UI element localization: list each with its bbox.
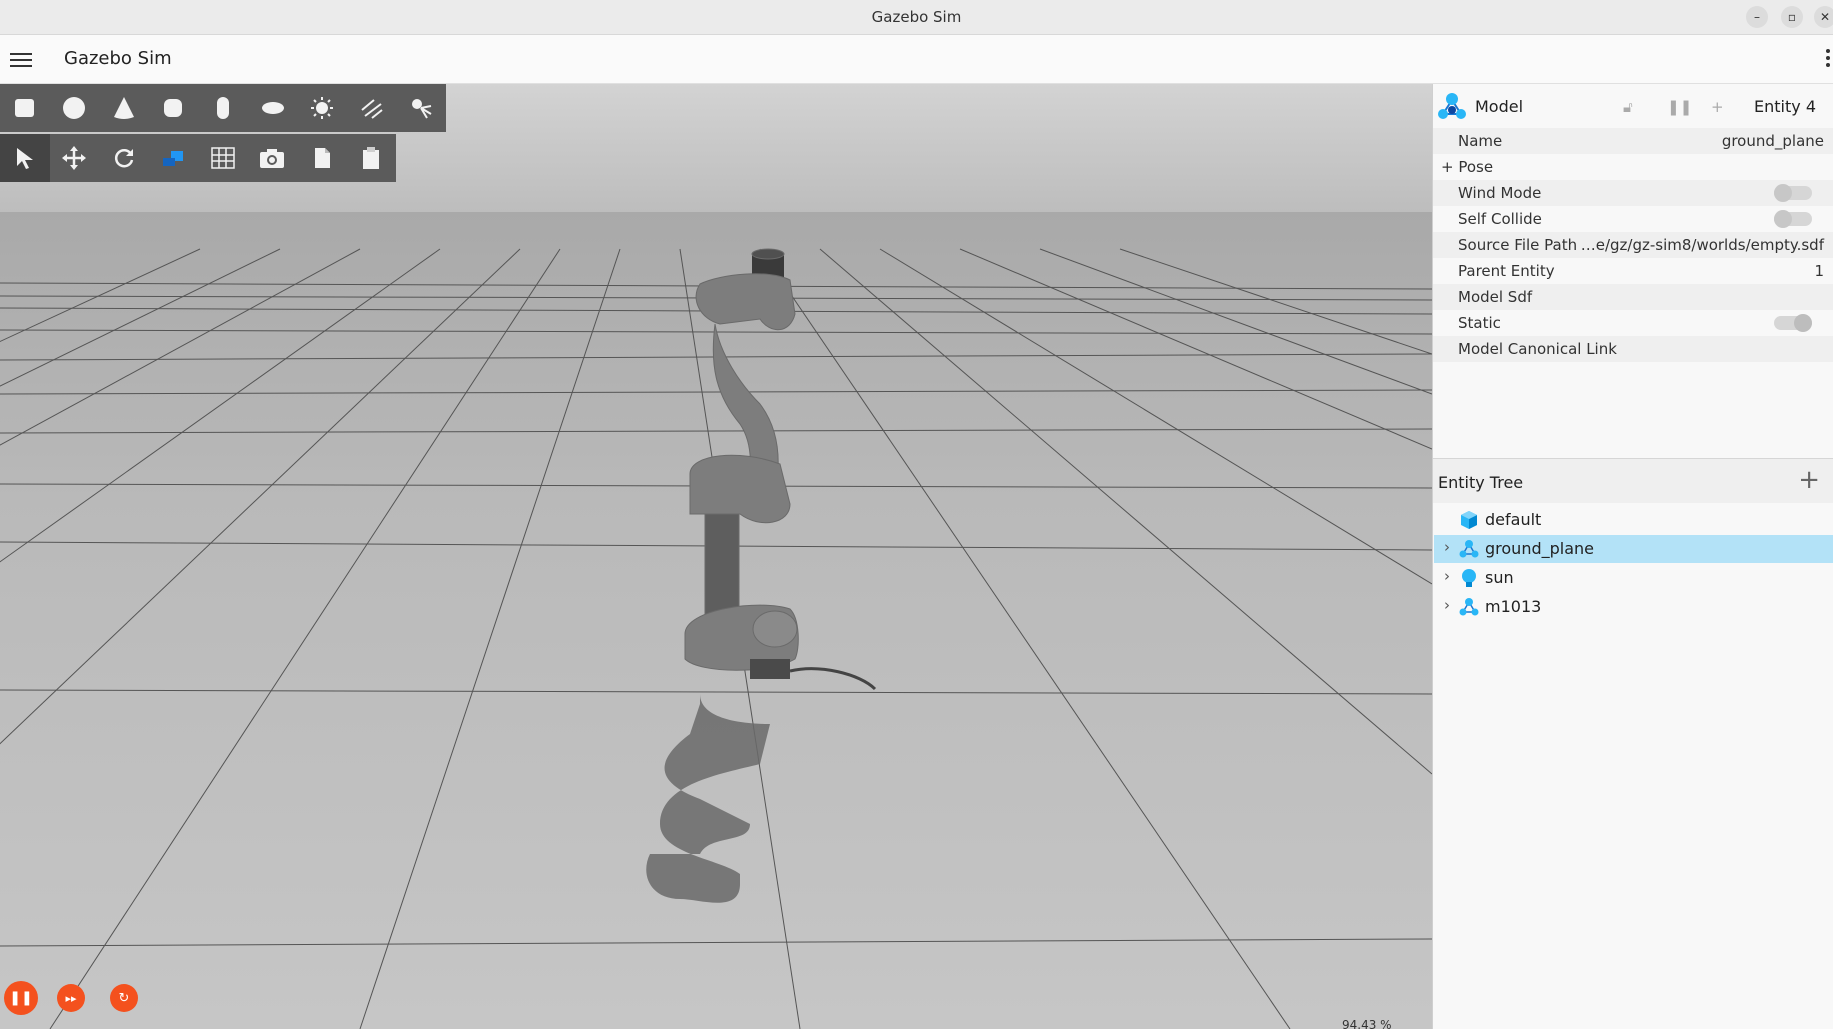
chevron-right-icon[interactable]: ›: [1444, 567, 1450, 585]
prop-name: Name ground_plane: [1433, 128, 1833, 154]
window-titlebar: Gazebo Sim – ▫ ✕: [0, 0, 1833, 35]
prop-source-file-path: Source File Path …e/gz/gz-sim8/worlds/em…: [1433, 232, 1833, 258]
prop-key: Name: [1458, 132, 1503, 150]
prop-value: …e/gz/gz-sim8/worlds/empty.sdf: [1580, 236, 1824, 254]
model-icon: [1438, 93, 1466, 119]
world-cube-icon: [1461, 511, 1477, 529]
grid-snap-icon[interactable]: [198, 134, 248, 182]
prop-key: Source File Path: [1458, 236, 1578, 254]
tree-item-label: default: [1485, 510, 1542, 529]
prop-static: Static: [1433, 310, 1833, 336]
prop-value: ground_plane: [1721, 132, 1824, 150]
cone-icon[interactable]: [99, 84, 149, 132]
prop-value: 1: [1814, 262, 1824, 280]
prop-self-collide: Self Collide: [1433, 206, 1833, 232]
prop-key: Parent Entity: [1458, 262, 1555, 280]
model-icon: [1459, 540, 1479, 558]
scene-render: [0, 84, 1432, 1029]
entity-tree-title: Entity Tree: [1438, 473, 1524, 492]
capsule-icon[interactable]: [198, 84, 248, 132]
prop-model-canonical-link: Model Canonical Link: [1433, 336, 1833, 362]
3d-viewport[interactable]: ❚❚ ▸▸ ↻ 94.43 %: [0, 84, 1432, 1029]
cylinder-icon[interactable]: [149, 84, 199, 132]
pause-updates-icon[interactable]: ❚❚: [1667, 98, 1692, 116]
sun-light-icon[interactable]: [297, 84, 347, 132]
window-title: Gazebo Sim: [871, 8, 962, 26]
reset-button[interactable]: ↻: [110, 984, 138, 1012]
add-entity-icon[interactable]: +: [1798, 465, 1820, 495]
entity-tree-header: Entity Tree +: [1433, 459, 1833, 503]
sphere-icon[interactable]: [50, 84, 100, 132]
prop-key: Static: [1458, 314, 1501, 332]
wind-mode-toggle[interactable]: [1774, 184, 1812, 202]
tree-item-label: m1013: [1485, 597, 1542, 616]
light-bulb-icon: [1462, 569, 1476, 587]
menu-icon[interactable]: [10, 49, 32, 69]
prop-key[interactable]: + Pose: [1441, 158, 1493, 176]
transform-icon[interactable]: [149, 134, 199, 182]
ellipsoid-icon[interactable]: [248, 84, 298, 132]
spot-light-icon[interactable]: [397, 84, 447, 132]
tree-item-sun[interactable]: › sun: [1434, 564, 1833, 592]
chevron-right-icon[interactable]: ›: [1444, 538, 1450, 556]
close-button[interactable]: ✕: [1814, 6, 1833, 28]
tree-item-default[interactable]: default: [1434, 506, 1833, 534]
lock-icon[interactable]: 🔓︎: [1623, 98, 1633, 116]
step-button[interactable]: ▸▸: [57, 984, 85, 1012]
prop-key: Self Collide: [1458, 210, 1542, 228]
transform-toolbar: [0, 134, 396, 182]
camera-icon[interactable]: [248, 134, 298, 182]
pause-button[interactable]: ❚❚: [4, 981, 38, 1015]
component-inspector-header: Model 🔓︎ ❚❚ + Entity 4: [1433, 84, 1833, 128]
app-title: Gazebo Sim: [64, 48, 172, 69]
copy-icon[interactable]: [297, 134, 347, 182]
prop-wind-mode: Wind Mode: [1433, 180, 1833, 206]
directional-light-icon[interactable]: [347, 84, 397, 132]
prop-pose[interactable]: + Pose: [1433, 154, 1833, 180]
tree-item-ground-plane[interactable]: › ground_plane: [1434, 535, 1833, 563]
static-toggle[interactable]: [1774, 314, 1812, 332]
component-type: Model: [1475, 97, 1524, 116]
prop-key: Model Sdf: [1458, 288, 1533, 306]
translate-icon[interactable]: [50, 134, 100, 182]
prop-model-sdf: Model Sdf: [1433, 284, 1833, 310]
add-component-icon[interactable]: +: [1711, 98, 1724, 116]
box-icon[interactable]: [0, 84, 50, 132]
app-header: Gazebo Sim: [0, 35, 1833, 84]
self-collide-toggle[interactable]: [1774, 210, 1812, 228]
tree-item-label: ground_plane: [1485, 539, 1594, 558]
more-options-icon[interactable]: [1825, 47, 1831, 71]
paste-icon[interactable]: [347, 134, 397, 182]
tree-item-m1013[interactable]: › m1013: [1434, 593, 1833, 621]
prop-parent-entity: Parent Entity 1: [1433, 258, 1833, 284]
tree-item-label: sun: [1485, 568, 1514, 587]
prop-key: Model Canonical Link: [1458, 340, 1617, 358]
model-icon: [1459, 598, 1479, 616]
chevron-right-icon[interactable]: ›: [1444, 596, 1450, 614]
shapes-toolbar: [0, 84, 446, 132]
rotate-icon[interactable]: [99, 134, 149, 182]
maximize-button[interactable]: ▫: [1781, 6, 1803, 28]
select-icon[interactable]: [0, 134, 50, 182]
minimize-button[interactable]: –: [1746, 6, 1768, 28]
real-time-factor: 94.43 %: [1342, 1018, 1392, 1029]
right-panel: Model 🔓︎ ❚❚ + Entity 4 Name ground_plane…: [1432, 84, 1833, 1029]
entity-id: Entity 4: [1754, 97, 1816, 116]
prop-key: Wind Mode: [1458, 184, 1542, 202]
